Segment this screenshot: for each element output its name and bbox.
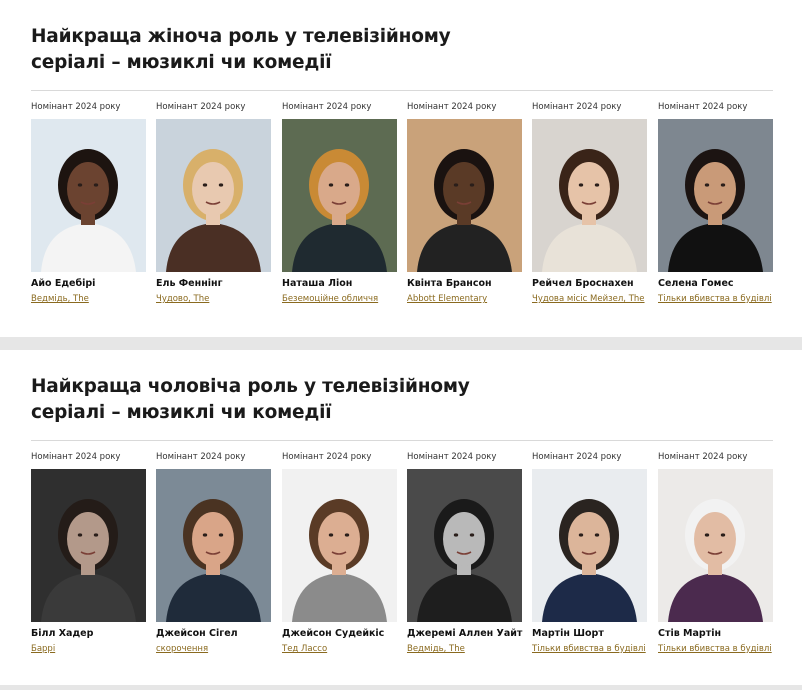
nominee-name: Айо Едебірі (31, 278, 96, 289)
nominee-card[interactable]: Номінант 2024 року Айо Едебірі Ведмідь, Th… (31, 102, 147, 307)
nominee-year-label: Номінант 2024 року (407, 452, 497, 462)
nominee-show-link[interactable]: Ведмідь, The (407, 644, 465, 654)
nominee-card[interactable]: Номінант 2024 року Квінта Брансон Abbott E… (407, 102, 523, 307)
nominee-name: Мартін Шорт (532, 628, 604, 639)
nominee-name: Ель Феннінг (156, 278, 223, 289)
nominee-show-link[interactable]: скорочення (156, 644, 208, 654)
nominee-list: Номінант 2024 року Айо Едебірі Ведмідь, Th… (31, 102, 791, 312)
section-title: Найкраща жіноча роль у телевізійному сер… (31, 26, 451, 73)
nominee-photo[interactable] (532, 469, 647, 622)
nominee-card[interactable]: Номінант 2024 року Наташа Ліон Беземоційне… (282, 102, 398, 307)
men-comedy-section: Найкраща чоловіча роль у телевізійному с… (0, 350, 802, 685)
nominee-name: Білл Хадер (31, 628, 94, 639)
nominee-photo[interactable] (532, 119, 647, 272)
nominee-show-link[interactable]: Баррі (31, 644, 55, 654)
nominee-show-link[interactable]: Тільки вбивства в будівлі (658, 644, 772, 654)
nominee-name: Наташа Ліон (282, 278, 353, 289)
nominee-photo[interactable] (407, 119, 522, 272)
nominee-card[interactable]: Номінант 2024 року Стів Мартін Тільки вбив… (658, 452, 774, 657)
nominee-card[interactable]: Номінант 2024 року Ель Феннінг Чудово, The (156, 102, 272, 307)
nominee-name: Джейсон Судейкіс (282, 628, 385, 639)
nominee-year-label: Номінант 2024 року (532, 452, 622, 462)
nominee-photo[interactable] (282, 469, 397, 622)
nominee-photo[interactable] (156, 119, 271, 272)
nominee-photo[interactable] (282, 119, 397, 272)
nominee-show-link[interactable]: Чудова місіс Мейзел, The (532, 294, 645, 304)
section-divider (31, 440, 773, 441)
nominee-card[interactable]: Номінант 2024 року Білл Хадер Баррі (31, 452, 147, 657)
nominee-year-label: Номінант 2024 року (658, 452, 748, 462)
nominee-list: Номінант 2024 року Білл Хадер Баррі Номінан… (31, 452, 791, 662)
nominee-name: Джеремі Аллен Уайт (407, 628, 523, 639)
nominee-year-label: Номінант 2024 року (658, 102, 748, 112)
nominee-show-link[interactable]: Тільки вбивства в будівлі (658, 294, 772, 304)
nominee-year-label: Номінант 2024 року (532, 102, 622, 112)
nominee-photo[interactable] (658, 469, 773, 622)
nominee-photo[interactable] (31, 469, 146, 622)
nominee-card[interactable]: Номінант 2024 року Джеремі Аллен Уайт Ведм… (407, 452, 523, 657)
nominee-show-link[interactable]: Беземоційне обличчя (282, 294, 378, 304)
nominee-name: Селена Гомес (658, 278, 734, 289)
nominee-show-link[interactable]: Abbott Elementary (407, 294, 487, 304)
section-divider (31, 90, 773, 91)
nominee-card[interactable]: Номінант 2024 року Рейчел Броснахен Чудова… (532, 102, 648, 307)
nominee-name: Джейсон Сігел (156, 628, 238, 639)
nominee-year-label: Номінант 2024 року (282, 102, 372, 112)
nominee-photo[interactable] (156, 469, 271, 622)
nominee-year-label: Номінант 2024 року (31, 452, 121, 462)
nominee-name: Квінта Брансон (407, 278, 492, 289)
nominee-name: Рейчел Броснахен (532, 278, 634, 289)
nominee-card[interactable]: Номінант 2024 року Мартін Шорт Тільки вбив… (532, 452, 648, 657)
nominee-photo[interactable] (31, 119, 146, 272)
nominee-show-link[interactable]: Ведмідь, The (31, 294, 89, 304)
section-title: Найкраща чоловіча роль у телевізійному с… (31, 376, 470, 423)
nominee-card[interactable]: Номінант 2024 року Селена Гомес Тільки вби… (658, 102, 774, 307)
nominee-year-label: Номінант 2024 року (156, 102, 246, 112)
nominee-card[interactable]: Номінант 2024 року Джейсон Судейкіс Тед Ла… (282, 452, 398, 657)
nominee-year-label: Номінант 2024 року (156, 452, 246, 462)
nominee-year-label: Номінант 2024 року (282, 452, 372, 462)
nominee-show-link[interactable]: Тільки вбивства в будівлі (532, 644, 646, 654)
nominee-photo[interactable] (407, 469, 522, 622)
nominee-card[interactable]: Номінант 2024 року Джейсон Сігел скороченн… (156, 452, 272, 657)
nominee-photo[interactable] (658, 119, 773, 272)
nominee-name: Стів Мартін (658, 628, 722, 639)
women-comedy-section: Найкраща жіноча роль у телевізійному сер… (0, 0, 802, 337)
nominee-year-label: Номінант 2024 року (407, 102, 497, 112)
nominee-show-link[interactable]: Тед Лассо (282, 644, 327, 654)
nominee-year-label: Номінант 2024 року (31, 102, 121, 112)
nominee-show-link[interactable]: Чудово, The (156, 294, 209, 304)
